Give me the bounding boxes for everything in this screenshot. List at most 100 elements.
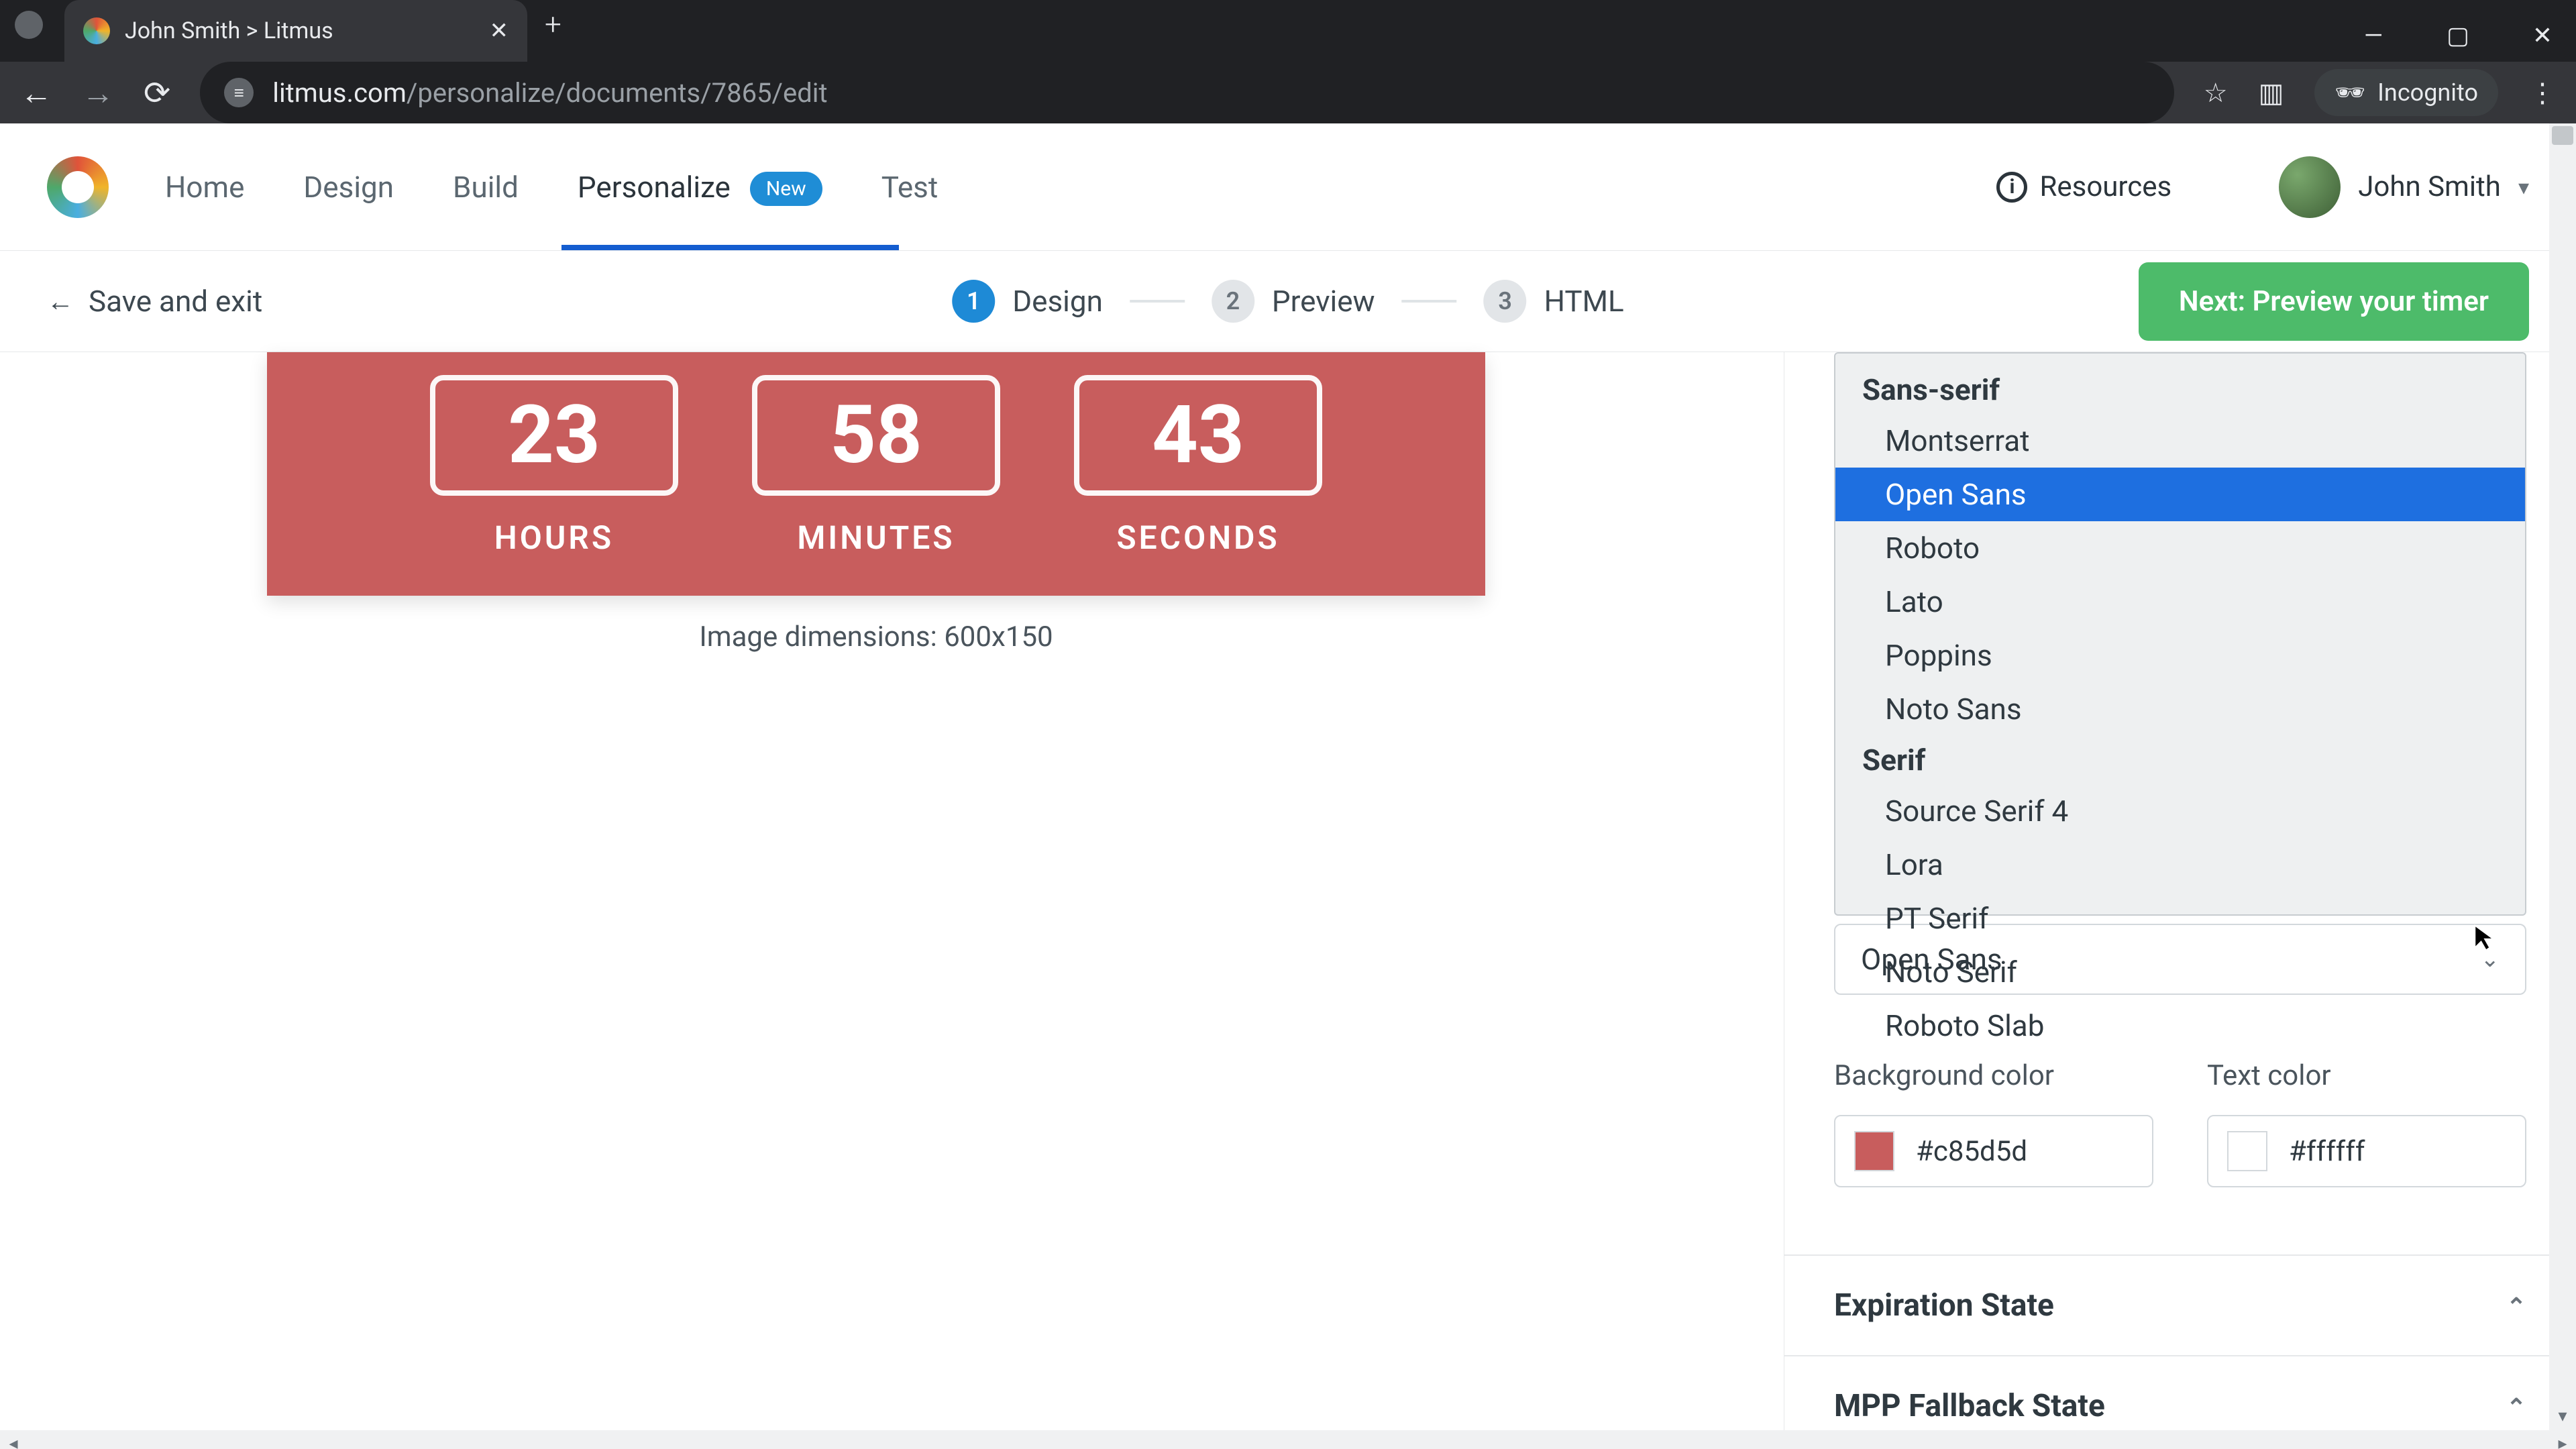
incognito-icon: 🕶 <box>2334 78 2365 107</box>
color-controls: Background color #c85d5d Text color #fff… <box>1834 1059 2526 1187</box>
browser-menu-icon[interactable]: ⋮ <box>2529 77 2556 109</box>
font-option-roboto-slab[interactable]: Roboto Slab <box>1835 999 2525 1053</box>
scrollbar-thumb[interactable] <box>2552 126 2573 145</box>
wizard-steps: 1 Design 2 Preview 3 HTML <box>952 280 1624 323</box>
font-option-lato[interactable]: Lato <box>1835 575 2525 629</box>
window-close-icon[interactable]: ✕ <box>2529 21 2556 50</box>
background-color-swatch[interactable] <box>1854 1131 1894 1171</box>
nav-build[interactable]: Build <box>450 125 521 249</box>
arrow-left-icon: ← <box>47 286 74 317</box>
save-and-exit-button[interactable]: ← Save and exit <box>47 284 262 319</box>
font-group-serif: Serif <box>1835 736 2525 784</box>
avatar <box>2279 156 2341 218</box>
app-topnav: Home Design Build Personalize New Test i… <box>0 123 2576 251</box>
background-color-input[interactable]: #c85d5d <box>1834 1115 2153 1187</box>
tab-title: John Smith > Litmus <box>125 17 333 44</box>
font-option-montserrat[interactable]: Montserrat <box>1835 414 2525 468</box>
font-option-open-sans[interactable]: Open Sans <box>1835 468 2525 521</box>
scroll-left-arrow[interactable]: ◂ <box>0 1430 27 1449</box>
chevron-up-icon: ⌄ <box>2506 1392 2526 1420</box>
bookmark-icon[interactable]: ☆ <box>2204 77 2228 109</box>
workspace: 23 HOURS 58 MINUTES 43 SECONDS Image dim… <box>0 352 2576 1449</box>
browser-toolbar: ← → ⟳ ≡ litmus.com/personalize/documents… <box>0 62 2576 123</box>
user-menu[interactable]: John Smith ▾ <box>2279 156 2529 218</box>
timer-hours-value: 23 <box>430 375 678 496</box>
timer-hours-label: HOURS <box>494 519 614 557</box>
font-option-poppins[interactable]: Poppins <box>1835 629 2525 682</box>
text-color-value: #ffffff <box>2289 1135 2365 1168</box>
timer-hours: 23 HOURS <box>430 375 678 557</box>
font-dropdown-list[interactable]: Sans-serif Montserrat Open Sans Roboto L… <box>1834 352 2526 916</box>
reading-list-icon[interactable]: ▥ <box>2259 77 2284 109</box>
tab-search-icon[interactable] <box>15 11 43 39</box>
vertical-scrollbar[interactable]: ▾ <box>2549 123 2576 1449</box>
timer-seconds-label: SECONDS <box>1116 519 1279 557</box>
font-option-pt-serif[interactable]: PT Serif <box>1835 892 2525 945</box>
text-color-field: Text color #ffffff <box>2207 1059 2526 1187</box>
forward-button: → <box>82 74 114 112</box>
nav-design[interactable]: Design <box>301 125 396 249</box>
step-2-number: 2 <box>1212 280 1254 323</box>
incognito-label: Incognito <box>2377 78 2478 107</box>
nav-personalize-label: Personalize <box>578 170 731 205</box>
background-color-value: #c85d5d <box>1916 1135 2027 1168</box>
step-separator <box>1130 300 1185 303</box>
accordion-fallback-label: MPP Fallback State <box>1834 1388 2105 1424</box>
app-logo[interactable] <box>47 156 109 218</box>
user-name: John Smith <box>2358 170 2501 203</box>
font-option-noto-serif[interactable]: Noto Serif <box>1835 945 2525 999</box>
chevron-down-icon: ▾ <box>2518 174 2529 200</box>
scroll-down-arrow[interactable]: ▾ <box>2549 1406 2576 1426</box>
timer-minutes: 58 MINUTES <box>752 375 1000 557</box>
scroll-right-arrow[interactable]: ▸ <box>2549 1430 2576 1449</box>
font-option-noto-sans[interactable]: Noto Sans <box>1835 682 2525 736</box>
font-option-lora[interactable]: Lora <box>1835 838 2525 892</box>
tab-close-icon[interactable]: ✕ <box>490 17 509 44</box>
font-option-roboto[interactable]: Roboto <box>1835 521 2525 575</box>
font-group-sans-serif: Sans-serif <box>1835 366 2525 414</box>
tab-favicon <box>83 17 110 44</box>
text-color-input[interactable]: #ffffff <box>2207 1115 2526 1187</box>
text-color-swatch[interactable] <box>2227 1131 2267 1171</box>
step-design[interactable]: 1 Design <box>952 280 1103 323</box>
browser-tab-active[interactable]: John Smith > Litmus ✕ <box>64 0 527 62</box>
side-panel: Sans-serif Montserrat Open Sans Roboto L… <box>1784 352 2576 1449</box>
horizontal-scrollbar[interactable]: ◂ ▸ <box>0 1430 2576 1449</box>
app-page: Home Design Build Personalize New Test i… <box>0 123 2576 1449</box>
nav-personalize-badge: New <box>750 172 822 206</box>
step-preview[interactable]: 2 Preview <box>1212 280 1375 323</box>
accordion: Expiration State ⌄ MPP Fallback State ⌄ <box>1784 1254 2576 1449</box>
font-option-source-serif-4[interactable]: Source Serif 4 <box>1835 784 2525 838</box>
accordion-expiration-state[interactable]: Expiration State ⌄ <box>1784 1256 2576 1356</box>
resources-label: Resources <box>2039 170 2171 203</box>
new-tab-button[interactable]: + <box>545 7 561 42</box>
url-text: litmus.com/personalize/documents/7865/ed… <box>272 77 827 109</box>
step-3-number: 3 <box>1484 280 1527 323</box>
next-button[interactable]: Next: Preview your timer <box>2139 262 2529 341</box>
reload-button[interactable]: ⟳ <box>144 74 170 112</box>
step-html[interactable]: 3 HTML <box>1484 280 1624 323</box>
step-1-number: 1 <box>952 280 995 323</box>
step-3-label: HTML <box>1544 284 1624 319</box>
incognito-badge[interactable]: 🕶 Incognito <box>2314 69 2498 116</box>
resources-link[interactable]: i Resources <box>1996 170 2171 203</box>
text-color-label: Text color <box>2207 1059 2526 1092</box>
canvas: 23 HOURS 58 MINUTES 43 SECONDS Image dim… <box>0 352 1784 1449</box>
timer-preview: 23 HOURS 58 MINUTES 43 SECONDS <box>267 352 1485 596</box>
timer-seconds-value: 43 <box>1074 375 1322 496</box>
timer-minutes-value: 58 <box>752 375 1000 496</box>
address-bar[interactable]: ≡ litmus.com/personalize/documents/7865/… <box>200 62 2174 123</box>
window-minimize-icon[interactable]: ― <box>2360 21 2387 50</box>
editor-subbar: ← Save and exit 1 Design 2 Preview 3 HTM… <box>0 251 2576 352</box>
info-icon: i <box>1996 172 2027 203</box>
site-info-icon[interactable]: ≡ <box>224 78 254 107</box>
chevron-up-icon: ⌄ <box>2506 1291 2526 1320</box>
back-button[interactable]: ← <box>20 74 52 112</box>
step-1-label: Design <box>1012 284 1103 319</box>
nav-personalize[interactable]: Personalize New <box>575 125 825 249</box>
window-maximize-icon[interactable]: ▢ <box>2445 21 2471 50</box>
nav-home[interactable]: Home <box>162 125 247 249</box>
save-exit-label: Save and exit <box>89 284 262 319</box>
nav-test[interactable]: Test <box>879 125 941 249</box>
timer-minutes-label: MINUTES <box>797 519 955 557</box>
